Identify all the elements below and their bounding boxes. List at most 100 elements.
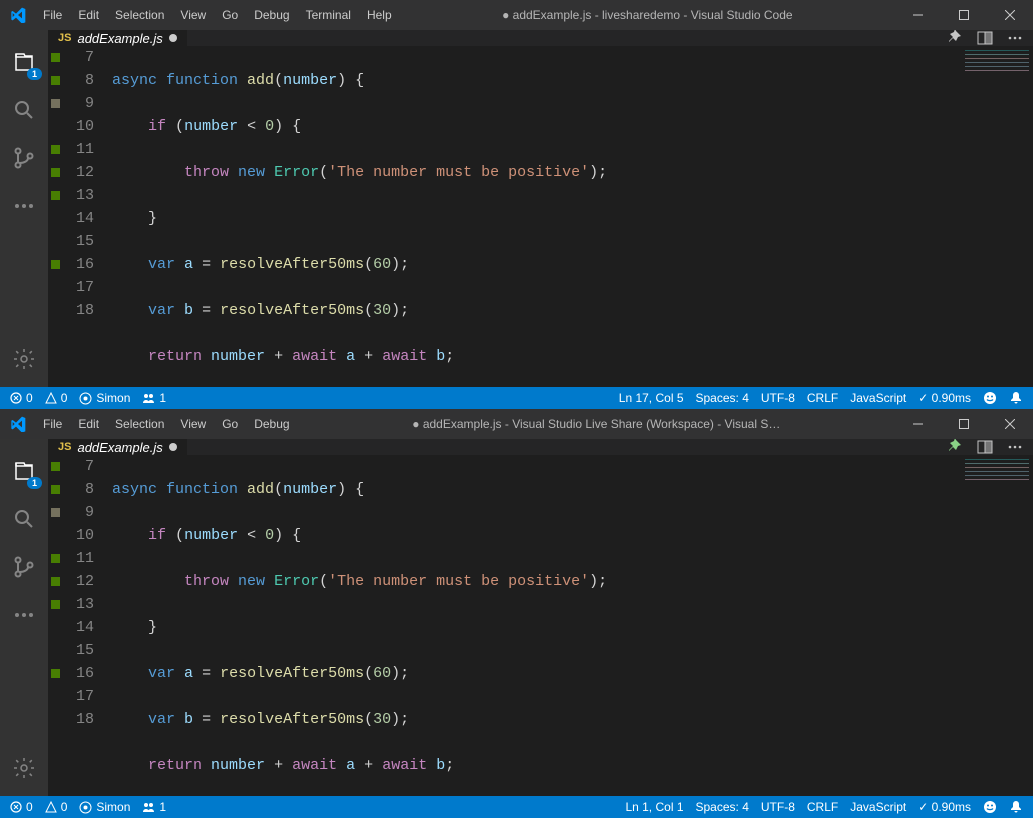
status-encoding[interactable]: UTF-8 [755, 387, 801, 409]
gutter [48, 46, 62, 387]
line-numbers: 78 910 1112 1314 1516 1718 [62, 46, 112, 387]
explorer-icon[interactable]: 1 [0, 447, 48, 495]
status-bar: 0 0 Simon 1 Ln 1, Col 1 Spaces: 4 UTF-8 … [0, 796, 1033, 818]
tab-label: addExample.js [77, 440, 162, 455]
activity-bar: 1 [0, 439, 48, 796]
menu-go[interactable]: Go [214, 409, 246, 439]
menu-bar: File Edit Selection View Go Debug Termin… [35, 0, 400, 30]
js-file-icon: JS [58, 32, 71, 44]
menu-terminal[interactable]: Terminal [298, 0, 359, 30]
status-liveshare[interactable]: Simon [73, 387, 136, 409]
status-eol[interactable]: CRLF [801, 796, 844, 818]
split-editor-icon[interactable] [977, 30, 993, 46]
dirty-indicator-icon [169, 443, 177, 451]
pin-icon[interactable] [947, 30, 963, 46]
menu-view[interactable]: View [172, 409, 214, 439]
tab-addexample[interactable]: JS addExample.js [48, 30, 188, 46]
title-bar: File Edit Selection View Go Debug Termin… [0, 0, 1033, 30]
vscode-logo [0, 7, 35, 23]
pin-icon[interactable] [947, 439, 963, 455]
status-time[interactable]: ✓ 0.90ms [912, 796, 977, 818]
status-errors[interactable]: 0 [4, 796, 39, 818]
explorer-icon[interactable]: 1 [0, 38, 48, 86]
vscode-logo [0, 416, 35, 432]
status-eol[interactable]: CRLF [801, 387, 844, 409]
minimize-button[interactable] [895, 0, 941, 30]
explorer-badge: 1 [27, 477, 42, 489]
bell-icon[interactable] [1003, 796, 1029, 818]
window-controls [895, 0, 1033, 30]
more-icon[interactable] [0, 591, 48, 639]
status-spaces[interactable]: Spaces: 4 [690, 796, 755, 818]
status-liveshare[interactable]: Simon [73, 796, 136, 818]
status-time[interactable]: ✓ 0.90ms [912, 387, 977, 409]
status-lncol[interactable]: Ln 17, Col 5 [613, 387, 690, 409]
more-icon[interactable] [0, 182, 48, 230]
bell-icon[interactable] [1003, 387, 1029, 409]
close-button[interactable] [987, 409, 1033, 439]
menu-selection[interactable]: Selection [107, 409, 172, 439]
feedback-smile-icon[interactable] [977, 796, 1003, 818]
menu-edit[interactable]: Edit [70, 409, 107, 439]
source-control-icon[interactable] [0, 543, 48, 591]
tab-bar: JS addExample.js [48, 30, 1033, 46]
menu-file[interactable]: File [35, 409, 70, 439]
menu-file[interactable]: File [35, 0, 70, 30]
source-control-icon[interactable] [0, 134, 48, 182]
editor-area: JS addExample.js [48, 439, 1033, 796]
window-bottom: File Edit Selection View Go Debug ● addE… [0, 409, 1033, 818]
maximize-button[interactable] [941, 409, 987, 439]
menu-selection[interactable]: Selection [107, 0, 172, 30]
status-bar: 0 0 Simon 1 Ln 17, Col 5 Spaces: 4 UTF-8… [0, 387, 1033, 409]
maximize-button[interactable] [941, 0, 987, 30]
dirty-indicator-icon [169, 34, 177, 42]
title-bar: File Edit Selection View Go Debug ● addE… [0, 409, 1033, 439]
search-icon[interactable] [0, 495, 48, 543]
feedback-smile-icon[interactable] [977, 387, 1003, 409]
close-button[interactable] [987, 0, 1033, 30]
menu-debug[interactable]: Debug [246, 409, 297, 439]
menu-view[interactable]: View [172, 0, 214, 30]
status-spaces[interactable]: Spaces: 4 [690, 387, 755, 409]
explorer-badge: 1 [27, 68, 42, 80]
settings-gear-icon[interactable] [0, 744, 48, 792]
code-content[interactable]: async function add(number) { if (number … [112, 455, 1033, 796]
window-top: File Edit Selection View Go Debug Termin… [0, 0, 1033, 409]
minimap[interactable] [965, 50, 1029, 110]
minimap[interactable] [965, 459, 1029, 519]
activity-bar: 1 [0, 30, 48, 387]
line-numbers: 78 910 1112 1314 1516 1718 [62, 455, 112, 796]
status-warnings[interactable]: 0 [39, 387, 74, 409]
status-participants[interactable]: 1 [136, 796, 172, 818]
menu-debug[interactable]: Debug [246, 0, 297, 30]
more-actions-icon[interactable] [1007, 439, 1023, 455]
status-lncol[interactable]: Ln 1, Col 1 [619, 796, 689, 818]
minimize-button[interactable] [895, 409, 941, 439]
search-icon[interactable] [0, 86, 48, 134]
editor-area: JS addExample.js [48, 30, 1033, 387]
window-title: ● addExample.js - livesharedemo - Visual… [400, 8, 895, 22]
js-file-icon: JS [58, 441, 71, 453]
code-editor[interactable]: 78 910 1112 1314 1516 1718 async functio… [48, 455, 1033, 796]
status-participants[interactable]: 1 [136, 387, 172, 409]
gutter [48, 455, 62, 796]
code-content[interactable]: async function add(number) { if (number … [112, 46, 1033, 387]
menu-edit[interactable]: Edit [70, 0, 107, 30]
status-language[interactable]: JavaScript [844, 796, 912, 818]
more-actions-icon[interactable] [1007, 30, 1023, 46]
menu-go[interactable]: Go [214, 0, 246, 30]
tab-label: addExample.js [77, 31, 162, 46]
status-language[interactable]: JavaScript [844, 387, 912, 409]
window-title: ● addExample.js - Visual Studio Live Sha… [298, 417, 895, 431]
status-errors[interactable]: 0 [4, 387, 39, 409]
status-warnings[interactable]: 0 [39, 796, 74, 818]
split-editor-icon[interactable] [977, 439, 993, 455]
status-encoding[interactable]: UTF-8 [755, 796, 801, 818]
window-controls [895, 409, 1033, 439]
settings-gear-icon[interactable] [0, 335, 48, 383]
tab-addexample[interactable]: JS addExample.js [48, 439, 188, 455]
menu-bar: File Edit Selection View Go Debug [35, 409, 298, 439]
tab-bar: JS addExample.js [48, 439, 1033, 455]
menu-help[interactable]: Help [359, 0, 400, 30]
code-editor[interactable]: 78 910 1112 1314 1516 1718 async functio… [48, 46, 1033, 387]
